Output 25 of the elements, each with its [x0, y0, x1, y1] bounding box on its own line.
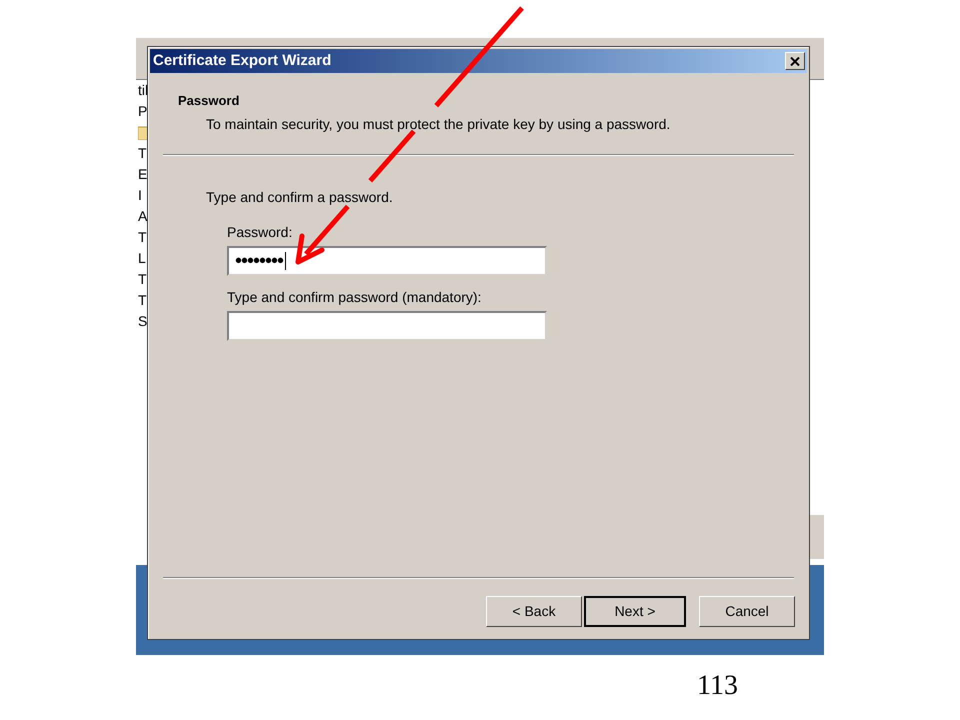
list-text: T	[138, 144, 148, 163]
window-title: Certificate Export Wizard	[153, 50, 332, 71]
list-text: P	[138, 102, 148, 121]
list-text: S	[138, 312, 148, 331]
list-text: T	[138, 291, 148, 310]
field-label: Password:	[227, 222, 294, 242]
password-field[interactable]: ••••••••	[227, 246, 547, 276]
list-text: E	[138, 165, 148, 184]
list-text: til	[138, 81, 150, 100]
close-button[interactable]	[785, 52, 805, 70]
wizard-button[interactable]: < Back	[486, 596, 582, 627]
page-title: Password	[178, 92, 240, 110]
close-icon	[790, 56, 800, 66]
list-text: T	[138, 270, 148, 289]
list-text: I	[138, 186, 143, 205]
page-description: To maintain security, you must protect the private key by using a password.	[206, 114, 672, 134]
instruction-text: Type and confirm a password.	[206, 188, 394, 207]
field-label: Type and confirm password (mandatory):	[227, 288, 482, 307]
wizard-button[interactable]: Cancel	[699, 596, 795, 627]
slide-number: 113	[697, 669, 738, 703]
list-text: L	[138, 249, 147, 268]
list-text: A	[138, 207, 148, 226]
list-text: T	[138, 228, 148, 247]
wizard-button[interactable]: Next >	[584, 596, 686, 627]
password-field[interactable]	[227, 310, 547, 340]
